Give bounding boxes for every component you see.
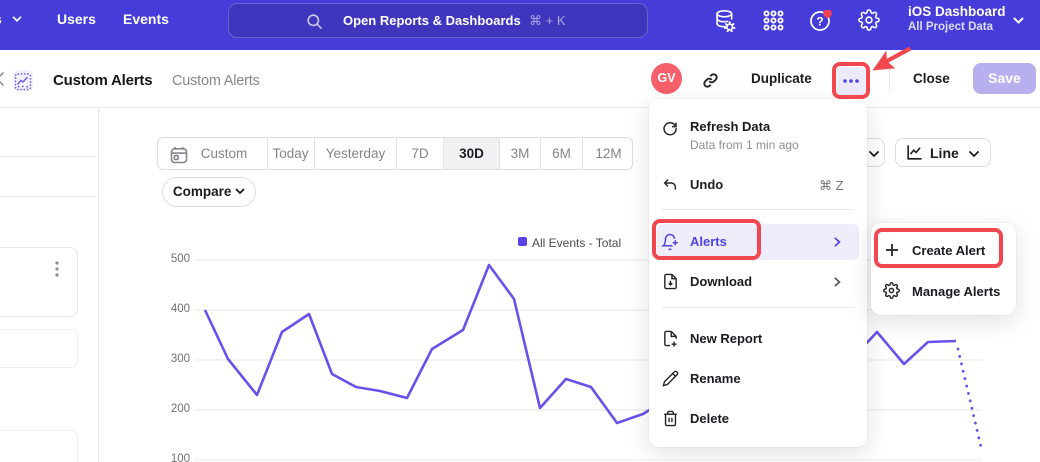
svg-text:?: ?: [816, 15, 823, 29]
